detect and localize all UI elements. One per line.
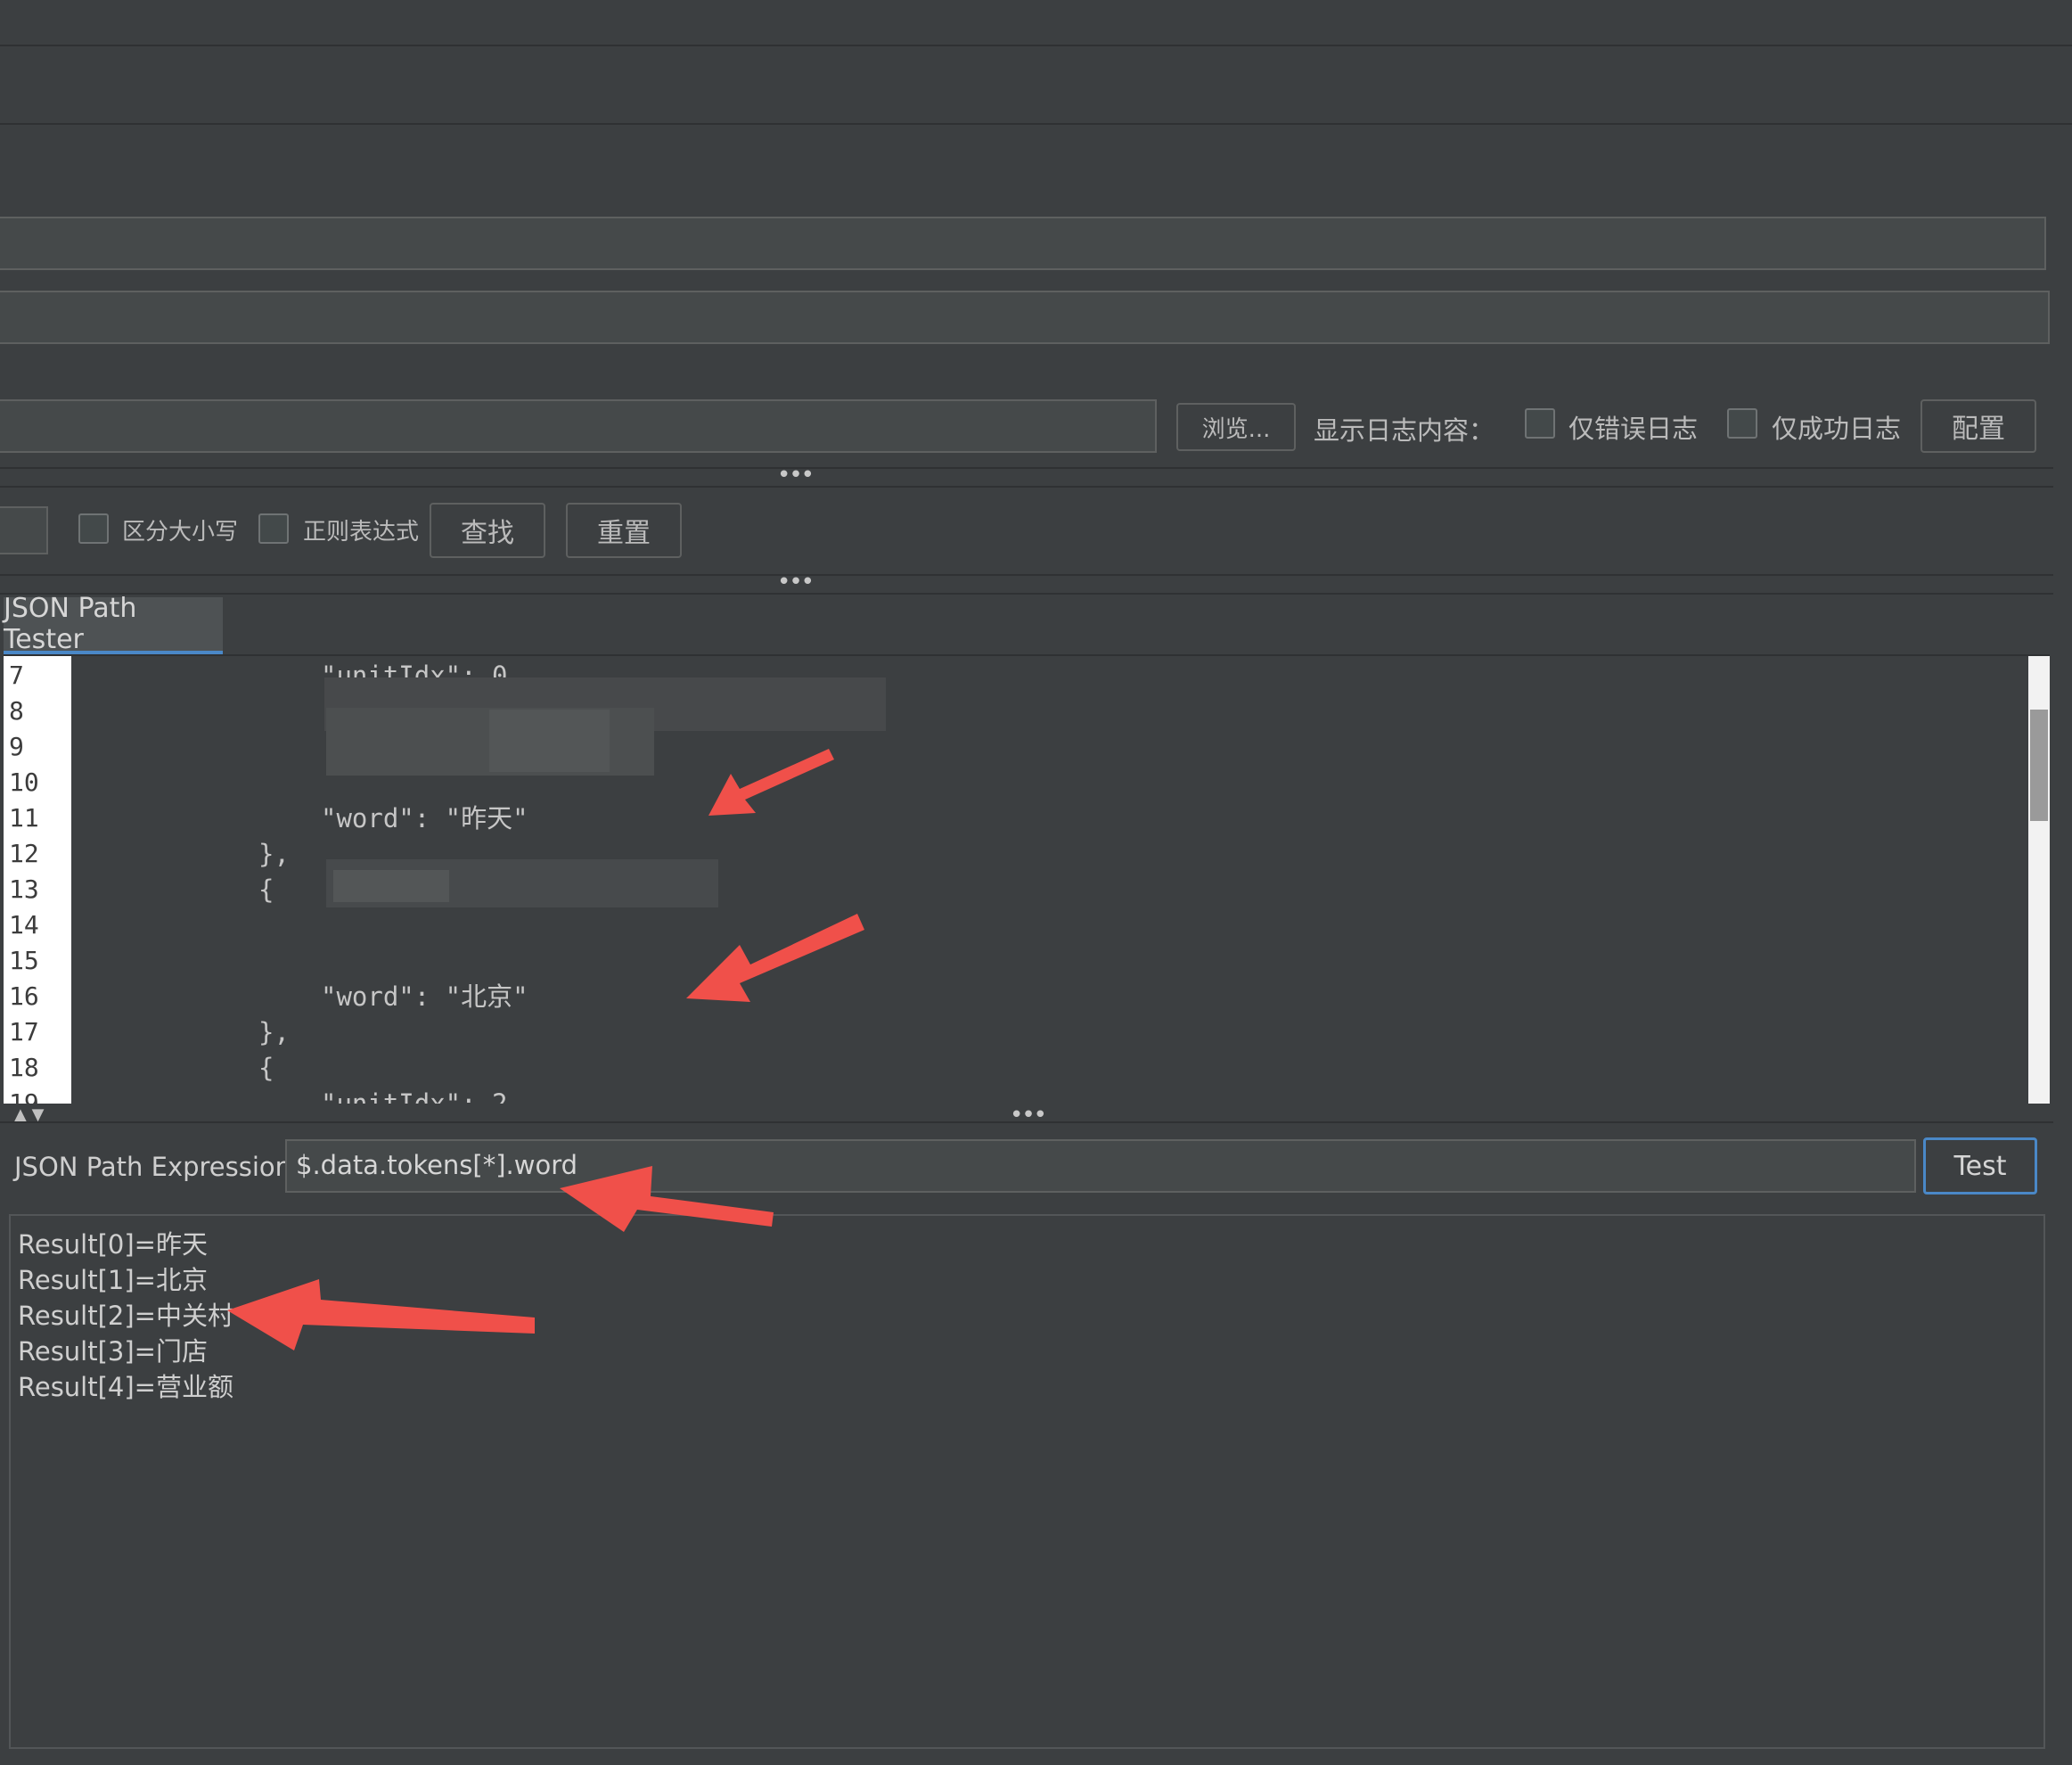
browse-button[interactable]: 浏览... [1176, 403, 1296, 451]
case-sensitive-label: 区分大小写 [122, 519, 239, 546]
name-field[interactable] [0, 217, 2046, 270]
success-only-checkbox[interactable] [1727, 408, 1757, 439]
configure-button[interactable]: 配置 [1920, 399, 2036, 453]
errors-only-label: 仅错误日志 [1568, 414, 1699, 444]
regex-label: 正则表达式 [303, 519, 420, 546]
code-line: }, [258, 1017, 290, 1047]
scrollbar-thumb[interactable] [2030, 710, 2048, 821]
comment-field[interactable] [0, 291, 2050, 344]
splitter-handle-2[interactable]: ••• [777, 569, 815, 595]
search-input[interactable] [0, 506, 48, 554]
redacted-region-3 [489, 710, 610, 772]
line-number: 18 [9, 1053, 39, 1082]
result-line: Result[2]=中关村 [18, 1301, 233, 1331]
success-only-label: 仅成功日志 [1772, 414, 1902, 444]
display-log-label: 显示日志内容： [1314, 415, 1495, 446]
divider-5 [0, 574, 2053, 576]
line-number: 11 [9, 803, 39, 833]
splitter-handle-1[interactable]: ••• [777, 462, 815, 488]
top-divider-1 [0, 45, 2072, 46]
top-divider-2 [0, 123, 2072, 125]
code-line: "word": "昨天" [321, 803, 528, 833]
code-line: "word": "北京" [321, 981, 528, 1012]
divider-6 [0, 593, 2053, 595]
test-button[interactable]: Test [1923, 1137, 2037, 1194]
redacted-region-5 [333, 870, 449, 902]
tab-json-path-tester[interactable]: JSON Path Tester [4, 593, 223, 656]
divider-7 [0, 1121, 2053, 1123]
editor-vertical-scrollbar[interactable] [2028, 656, 2050, 1104]
line-number: 19 [9, 1088, 39, 1104]
line-number: 12 [9, 839, 39, 868]
response-code-editor[interactable]: 7 "unitIdx": 0 8 9 10 11 "word": "昨天" 12}, 13{14… [4, 654, 2050, 1104]
line-number: 8 [9, 696, 24, 726]
splitter-handle-3[interactable]: ••• [1010, 1102, 1047, 1129]
errors-only-checkbox[interactable] [1525, 408, 1555, 439]
result-line: Result[3]=门店 [18, 1336, 208, 1367]
find-button[interactable]: 查找 [430, 503, 545, 558]
regex-checkbox[interactable] [258, 513, 289, 544]
line-number: 16 [9, 981, 39, 1011]
code-line: "unitIdx": 2 [321, 1088, 508, 1104]
results-panel: Result[0]=昨天 Result[1]=北京 Result[2]=中关村 Res… [9, 1214, 2045, 1749]
divider-4 [0, 486, 2053, 488]
json-path-expression-label: JSON Path Expression [14, 1152, 292, 1182]
line-number: 9 [9, 732, 24, 761]
filename-input[interactable] [0, 399, 1157, 453]
line-number: 17 [9, 1017, 39, 1047]
code-line: { [258, 874, 274, 905]
code-line: }, [258, 839, 290, 869]
result-line: Result[0]=昨天 [18, 1229, 208, 1260]
case-sensitive-checkbox[interactable] [78, 513, 109, 544]
reset-button[interactable]: 重置 [566, 503, 682, 558]
divider-3 [0, 467, 2053, 469]
line-number: 15 [9, 946, 39, 975]
json-path-expression-value: $.data.tokens[*].word [296, 1150, 578, 1180]
result-line: Result[1]=北京 [18, 1265, 208, 1295]
line-number: 14 [9, 910, 39, 940]
code-line: { [258, 1053, 274, 1083]
result-line: Result[4]=营业额 [18, 1372, 233, 1402]
line-number: 7 [9, 661, 24, 690]
line-number: 10 [9, 768, 39, 797]
json-path-expression-input[interactable]: $.data.tokens[*].word [285, 1139, 1916, 1193]
line-number: 13 [9, 874, 39, 904]
